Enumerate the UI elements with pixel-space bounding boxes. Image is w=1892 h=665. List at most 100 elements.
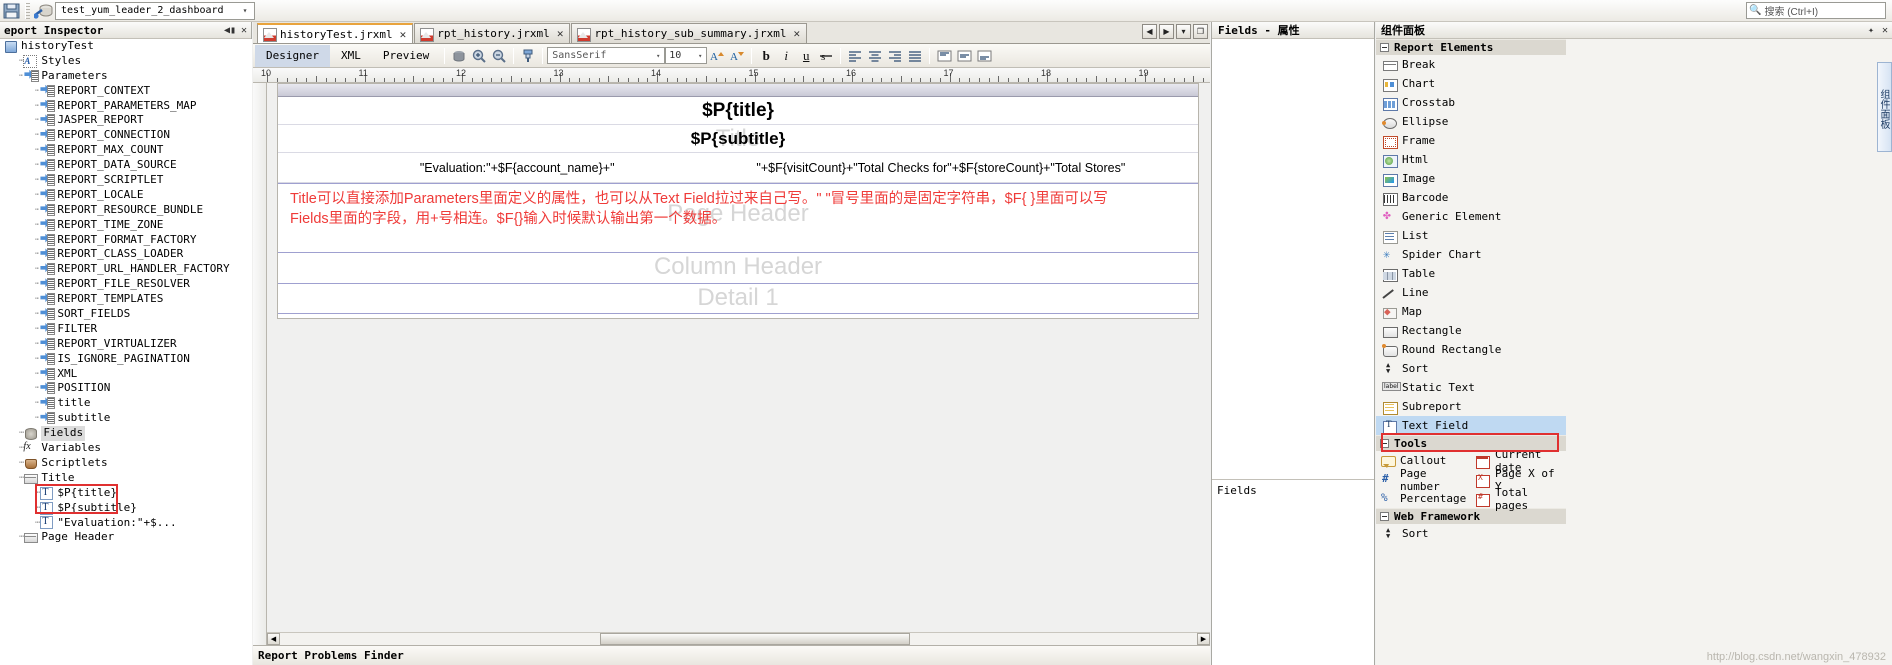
palette-item-page-number[interactable]: Page number xyxy=(1376,467,1471,493)
detail-band[interactable]: Detail 1 xyxy=(278,284,1198,313)
canvas-horizontal-scrollbar[interactable]: ◀ ▶ xyxy=(267,632,1210,645)
palette-item-barcode[interactable]: Barcode xyxy=(1376,188,1566,207)
bold-icon[interactable]: b xyxy=(756,46,776,66)
underline-icon[interactable]: u xyxy=(796,46,816,66)
tree-node-report-data-source[interactable]: ⋯ REPORT_DATA_SOURCE xyxy=(0,158,252,173)
palette-item-sort[interactable]: Sort xyxy=(1376,359,1566,378)
font-family-select[interactable]: SansSerif ▾ xyxy=(547,47,666,64)
palette-item-subreport[interactable]: Subreport xyxy=(1376,397,1566,416)
editor-tab-0[interactable]: historyTest.jrxml ✕ xyxy=(257,23,414,43)
palette-item-image[interactable]: Image xyxy=(1376,169,1566,188)
palette-item-percentage[interactable]: Percentage xyxy=(1376,489,1471,508)
valign-middle-icon[interactable] xyxy=(954,46,974,66)
tab-prev-button[interactable]: ◀ xyxy=(1142,24,1157,39)
subtitle-textfield[interactable]: $P{subtitle} xyxy=(278,125,1198,153)
valign-top-icon[interactable] xyxy=(934,46,954,66)
tree-node-fields[interactable]: ⋯ Fields xyxy=(0,426,252,442)
report-page[interactable]: $P{title} Title $P{subtitle} "Evaluation… xyxy=(277,83,1199,319)
fields-panel-splitter[interactable] xyxy=(1212,479,1374,480)
report-problems-panel[interactable]: Report Problems Finder xyxy=(253,645,1210,665)
search-input[interactable]: 🔍 搜索 (Ctrl+I) xyxy=(1746,2,1886,19)
editor-tab-1[interactable]: rpt_history.jrxml ✕ xyxy=(414,23,571,43)
tab-preview[interactable]: Preview xyxy=(372,45,440,67)
palette-item-total-pages[interactable]: Total pages xyxy=(1471,486,1566,512)
valign-bottom-icon[interactable] xyxy=(974,46,994,66)
close-tab-icon[interactable]: ✕ xyxy=(557,27,564,40)
tree-node-report-parameters-map[interactable]: ⋯ REPORT_PARAMETERS_MAP xyxy=(0,99,252,114)
chevron-down-icon[interactable]: ▾ xyxy=(694,52,706,60)
font-size-select[interactable]: 10 ▾ xyxy=(665,47,708,64)
palette-item-static-text[interactable]: Static Text xyxy=(1376,378,1566,397)
italic-icon[interactable]: i xyxy=(776,46,796,66)
close-tab-icon[interactable]: ✕ xyxy=(400,28,407,41)
close-panel-button[interactable]: ✕ xyxy=(237,25,251,36)
palette-item-text-field[interactable]: Text Field xyxy=(1376,416,1566,435)
align-right-icon[interactable] xyxy=(885,46,905,66)
palette-item-round-rectangle[interactable]: Round Rectangle xyxy=(1376,340,1566,359)
increase-font-icon[interactable]: A xyxy=(707,46,727,66)
tree-node-report-class-loader[interactable]: ⋯ REPORT_CLASS_LOADER xyxy=(0,247,252,262)
palette-item-list[interactable]: List xyxy=(1376,226,1566,245)
close-tab-icon[interactable]: ✕ xyxy=(794,27,801,40)
tab-designer[interactable]: Designer xyxy=(255,44,330,67)
tab-next-button[interactable]: ▶ xyxy=(1159,24,1174,39)
strikethrough-icon[interactable]: s xyxy=(816,46,836,66)
palette-item-sort[interactable]: Sort xyxy=(1376,524,1566,543)
scroll-thumb[interactable] xyxy=(600,633,910,645)
tree-node-report-file-resolver[interactable]: ⋯ REPORT_FILE_RESOLVER xyxy=(0,277,252,292)
tree-node-parameters[interactable]: ⋯ Parameters xyxy=(0,69,252,84)
tree-node-page-header[interactable]: ⋯ Page Header xyxy=(0,530,252,545)
tree-node-title[interactable]: ⋯ title xyxy=(0,396,252,411)
tree-node-report-virtualizer[interactable]: ⋯ REPORT_VIRTUALIZER xyxy=(0,337,252,352)
chevron-down-icon[interactable]: ▾ xyxy=(652,52,664,60)
title-textfield[interactable]: $P{title} xyxy=(278,97,1198,125)
datasource-icon[interactable] xyxy=(34,1,54,21)
print-preview-icon[interactable] xyxy=(449,46,469,66)
tree-node-report-time-zone[interactable]: ⋯ REPORT_TIME_ZONE xyxy=(0,218,252,233)
zoom-in-icon[interactable] xyxy=(469,46,489,66)
close-icon[interactable]: ✕ xyxy=(1878,25,1892,36)
scroll-right-button[interactable]: ▶ xyxy=(1197,633,1210,645)
palette-item-html[interactable]: Html xyxy=(1376,150,1566,169)
pin-icon[interactable]: ✦ xyxy=(1864,25,1878,36)
subtitle-row[interactable]: Title $P{subtitle} xyxy=(278,125,1198,153)
palette-item-rectangle[interactable]: Rectangle xyxy=(1376,321,1566,340)
evaluation-right-textfield[interactable]: "+$F{visitCount}+"Total Checks for"+$F{s… xyxy=(756,161,1198,175)
tree-node-xml[interactable]: ⋯ XML xyxy=(0,367,252,382)
zoom-out-icon[interactable] xyxy=(489,46,509,66)
align-left-icon[interactable] xyxy=(845,46,865,66)
palette-item-map[interactable]: Map xyxy=(1376,302,1566,321)
align-justify-icon[interactable] xyxy=(905,46,925,66)
tab-list-button[interactable]: ▾ xyxy=(1176,24,1191,39)
page-header-band[interactable]: Page Header Title可以直接添加Parameters里面定义的属性… xyxy=(278,184,1198,252)
palette-item-crosstab[interactable]: Crosstab xyxy=(1376,93,1566,112)
scroll-track[interactable] xyxy=(280,633,1197,645)
editor-tab-2[interactable]: rpt_history_sub_summary.jrxml ✕ xyxy=(571,23,808,43)
palette-item-generic-element[interactable]: Generic Element xyxy=(1376,207,1566,226)
palette-item-chart[interactable]: Chart xyxy=(1376,74,1566,93)
tree-node-report-templates[interactable]: ⋯ REPORT_TEMPLATES xyxy=(0,292,252,307)
tree-node-variables[interactable]: ⋯Variables xyxy=(0,440,252,456)
datasource-combo[interactable]: test_yum_leader_2_dashboard ▾ xyxy=(55,1,255,20)
tree-node-report-context[interactable]: ⋯ REPORT_CONTEXT xyxy=(0,84,252,99)
tree-node-styles[interactable]: ⋯Styles xyxy=(0,54,252,69)
collapse-panel-button[interactable]: ◀▮ xyxy=(223,25,237,36)
scroll-left-button[interactable]: ◀ xyxy=(267,633,280,645)
collapse-toggle-icon[interactable] xyxy=(1380,439,1389,448)
tree-node-historytest[interactable]: historyTest xyxy=(0,39,252,54)
tree-node-report-url-handler-factory[interactable]: ⋯ REPORT_URL_HANDLER_FACTORY xyxy=(0,262,252,277)
tree-node-report-scriptlet[interactable]: ⋯ REPORT_SCRIPTLET xyxy=(0,173,252,188)
tab-xml[interactable]: XML xyxy=(330,45,372,67)
tree-node-position[interactable]: ⋯ POSITION xyxy=(0,381,252,396)
toolbar-grip[interactable] xyxy=(25,2,30,19)
decrease-font-icon[interactable]: A xyxy=(727,46,747,66)
palette-item-table[interactable]: Table xyxy=(1376,264,1566,283)
tree-node-is-ignore-pagination[interactable]: ⋯ IS_IGNORE_PAGINATION xyxy=(0,352,252,367)
evaluation-left-textfield[interactable]: "Evaluation:"+$F{account_name}+" xyxy=(278,161,756,175)
palette-item-break[interactable]: Break xyxy=(1376,55,1566,74)
tree-node-scriptlets[interactable]: ⋯ Scriptlets xyxy=(0,456,252,471)
palette-item-list[interactable]: Report Elements Break Chart Crosstab Ellipse… xyxy=(1376,39,1566,665)
palette-item-line[interactable]: Line xyxy=(1376,283,1566,302)
fields-panel-body[interactable]: Fields xyxy=(1212,39,1374,665)
collapse-toggle-icon[interactable] xyxy=(1380,512,1389,521)
